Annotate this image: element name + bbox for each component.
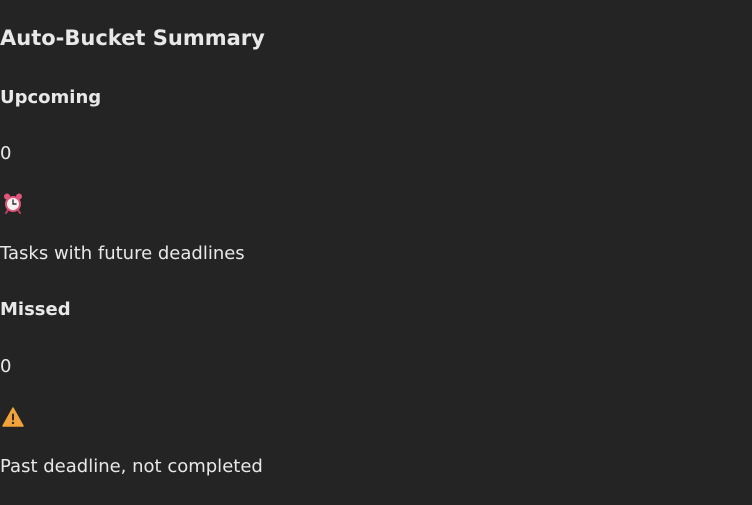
bucket-upcoming-heading: Upcoming <box>0 87 102 108</box>
page-title: Auto-Bucket Summary <box>0 26 265 50</box>
warning-icon <box>2 406 24 428</box>
alarm-clock-icon <box>2 192 24 214</box>
bucket-upcoming-description: Tasks with future deadlines <box>0 243 245 264</box>
bucket-missed-count: 0 <box>0 356 12 377</box>
bucket-upcoming-count: 0 <box>0 143 12 164</box>
bucket-missed-description: Past deadline, not completed <box>0 456 263 477</box>
bucket-missed-heading: Missed <box>0 299 71 320</box>
